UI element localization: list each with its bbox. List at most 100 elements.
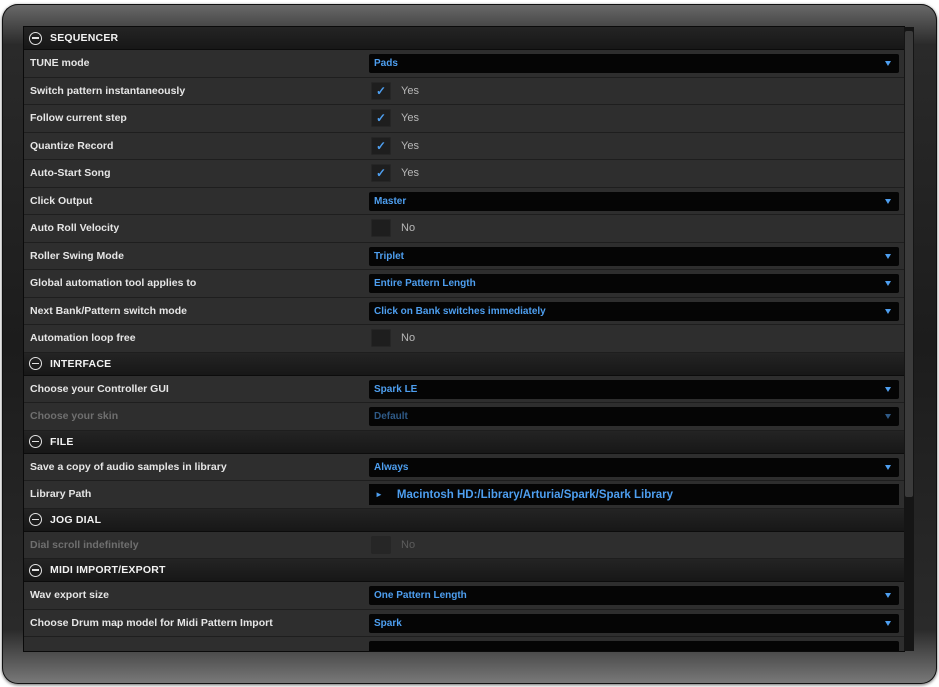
setting-row-auto-start: Auto-Start Song ✓ Yes <box>24 160 904 188</box>
quantize-record-checkbox-group: ✓ Yes <box>369 136 419 155</box>
checkbox-label: No <box>401 332 416 344</box>
automation-loop-checkbox-group: No <box>369 329 415 347</box>
triangle-down-icon <box>885 281 891 286</box>
collapse-icon[interactable] <box>29 435 42 448</box>
setting-label: Wav export size <box>30 589 109 602</box>
setting-row-global-automation: Global automation tool applies to Entire… <box>24 270 904 298</box>
section-title: INTERFACE <box>50 357 112 370</box>
follow-step-checkbox-group: ✓ Yes <box>369 109 419 127</box>
dropdown-value: Pads <box>374 58 398 69</box>
dropdown-value: One Pattern Length <box>374 590 467 601</box>
checkmark-icon: ✓ <box>375 138 387 153</box>
triangle-down-icon <box>885 386 891 392</box>
vertical-scrollbar[interactable] <box>904 27 914 651</box>
checkbox-label: Yes <box>401 167 419 179</box>
dropdown-value: Master <box>374 195 407 207</box>
checkmark-icon: ✓ <box>375 166 387 180</box>
triangle-down-icon <box>885 61 891 66</box>
setting-row-roller-swing: Roller Swing Mode Triplet <box>24 243 904 270</box>
triangle-down-icon <box>885 414 891 419</box>
dropdown-value: Entire Pattern Length <box>374 278 476 289</box>
section-header-file[interactable]: FILE <box>24 430 904 454</box>
auto-roll-velocity-checkbox-group: No <box>369 219 415 237</box>
setting-row-follow-step: Follow current step ✓ Yes <box>24 105 904 133</box>
setting-label: Quantize Record <box>30 139 114 152</box>
auto-roll-velocity-checkbox[interactable] <box>371 219 391 237</box>
drum-map-dropdown[interactable]: Spark <box>369 613 899 633</box>
section-title: SEQUENCER <box>50 32 119 44</box>
setting-label: Roller Swing Mode <box>30 249 124 262</box>
global-automation-dropdown[interactable]: Entire Pattern Length <box>369 274 899 293</box>
section-header-jog-dial[interactable]: JOG DIAL <box>24 508 904 532</box>
setting-row-drum-map: Choose Drum map model for Midi Pattern I… <box>24 610 904 637</box>
wav-export-dropdown[interactable]: One Pattern Length <box>369 586 899 605</box>
next-bank-dropdown[interactable]: Click on Bank switches immediately <box>369 301 899 321</box>
partial-dropdown[interactable] <box>369 641 899 651</box>
setting-label: Choose Drum map model for Midi Pattern I… <box>30 616 273 629</box>
dial-scroll-checkbox <box>371 535 391 554</box>
tune-mode-dropdown[interactable]: Pads <box>369 54 899 73</box>
triangle-down-icon <box>885 308 891 314</box>
skin-dropdown: Default <box>369 407 899 426</box>
library-path-value: Macintosh HD:/Library/Arturia/Spark/Spar… <box>396 488 673 501</box>
setting-row-click-output: Click Output Master <box>24 188 904 215</box>
setting-label: Choose your Controller GUI <box>30 382 169 395</box>
setting-row-auto-roll-velocity: Auto Roll Velocity No <box>24 215 904 243</box>
scrollbar-thumb[interactable] <box>905 31 913 497</box>
auto-start-checkbox[interactable]: ✓ <box>371 164 391 182</box>
checkmark-icon: ✓ <box>375 83 387 98</box>
section-header-midi[interactable]: MIDI IMPORT/EXPORT <box>24 559 904 582</box>
setting-label: Choose your skin <box>30 410 119 423</box>
setting-label: Follow current step <box>30 112 127 125</box>
dial-scroll-checkbox-group: No <box>369 535 416 554</box>
collapse-icon[interactable] <box>29 563 42 577</box>
dropdown-value: Triplet <box>374 250 405 262</box>
setting-label: Next Bank/Pattern switch mode <box>30 304 187 317</box>
roller-swing-dropdown[interactable]: Triplet <box>369 246 899 266</box>
section-title: JOG DIAL <box>50 513 102 526</box>
library-path-field[interactable]: ► Macintosh HD:/Library/Arturia/Spark/Sp… <box>369 484 899 505</box>
section-title: FILE <box>50 435 74 448</box>
setting-row-switch-pattern: Switch pattern instantaneously ✓ Yes <box>24 78 904 105</box>
setting-label: Global automation tool applies to <box>30 277 197 290</box>
dropdown-value: Always <box>374 461 409 473</box>
section-header-interface[interactable]: INTERFACE <box>24 352 904 376</box>
setting-label: Library Path <box>30 488 92 501</box>
collapse-icon[interactable] <box>29 513 42 526</box>
collapse-icon[interactable] <box>29 357 42 370</box>
setting-label: Automation loop free <box>30 332 136 345</box>
dropdown-value: Click on Bank switches immediately <box>374 305 546 317</box>
triangle-down-icon <box>885 464 891 470</box>
collapse-icon[interactable] <box>29 31 42 45</box>
follow-step-checkbox[interactable]: ✓ <box>371 109 391 127</box>
dropdown-value: Spark <box>374 617 402 629</box>
checkbox-label: No <box>401 538 416 551</box>
setting-label: Auto-Start Song <box>30 167 111 180</box>
dropdown-value: Spark LE <box>374 383 418 395</box>
switch-pattern-checkbox-group: ✓ Yes <box>369 81 419 100</box>
setting-row-controller-gui: Choose your Controller GUI Spark LE <box>24 376 904 403</box>
setting-label: Auto Roll Velocity <box>30 222 120 235</box>
triangle-down-icon <box>885 198 891 204</box>
setting-label: Dial scroll indefinitely <box>30 538 139 551</box>
setting-label: Save a copy of audio samples in library <box>30 460 227 473</box>
preferences-panel: SEQUENCER TUNE mode Pads Switch pattern … <box>24 27 904 651</box>
checkmark-icon: ✓ <box>375 111 387 125</box>
save-copy-dropdown[interactable]: Always <box>369 457 899 477</box>
switch-pattern-checkbox[interactable]: ✓ <box>371 81 391 100</box>
automation-loop-checkbox[interactable] <box>371 329 391 347</box>
arrow-right-icon: ► <box>375 490 383 499</box>
click-output-dropdown[interactable]: Master <box>369 191 899 211</box>
triangle-down-icon <box>885 593 891 598</box>
setting-row-automation-loop: Automation loop free No <box>24 325 904 353</box>
triangle-down-icon <box>885 253 891 259</box>
controller-gui-dropdown[interactable]: Spark LE <box>369 379 899 399</box>
section-title: MIDI IMPORT/EXPORT <box>50 564 166 576</box>
setting-row-next-bank: Next Bank/Pattern switch mode Click on B… <box>24 298 904 325</box>
quantize-record-checkbox[interactable]: ✓ <box>371 136 391 155</box>
setting-row-tune-mode: TUNE mode Pads <box>24 50 904 78</box>
dropdown-value: Default <box>374 411 408 422</box>
section-header-sequencer[interactable]: SEQUENCER <box>24 27 904 50</box>
setting-label: TUNE mode <box>30 57 90 70</box>
setting-row-wav-export: Wav export size One Pattern Length <box>24 582 904 610</box>
